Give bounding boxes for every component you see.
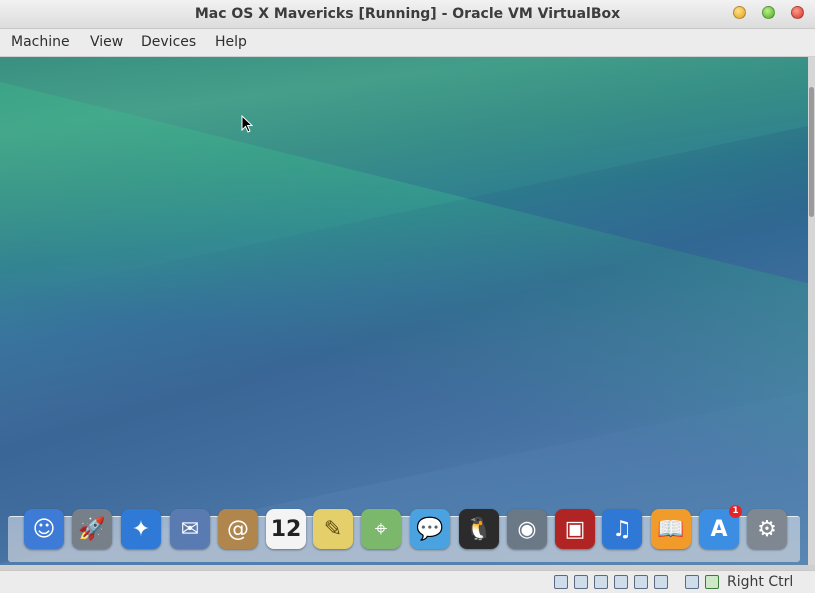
status-bar: Right Ctrl <box>0 570 815 593</box>
shared-folders-icon[interactable] <box>614 575 628 589</box>
video-capture-icon[interactable] <box>654 575 668 589</box>
vm-display[interactable]: ☺ 🚀 ✦ ✉ @ 12 ✎ ⌖ 💬 🐧 ◉ ▣ ♫ 📖 A 1 ⚙ <box>0 57 808 565</box>
photo-booth-icon[interactable]: ▣ <box>555 509 595 549</box>
display-icon[interactable] <box>634 575 648 589</box>
app-store-badge: 1 <box>729 505 742 518</box>
contacts-icon[interactable]: @ <box>218 509 258 549</box>
notes-icon[interactable]: ✎ <box>313 509 353 549</box>
menu-help[interactable]: Help <box>215 34 247 50</box>
minimize-button[interactable] <box>733 6 746 19</box>
maps-icon[interactable]: ⌖ <box>361 509 401 549</box>
menu-bar: Machine View Devices Help <box>0 29 815 57</box>
finder-icon[interactable]: ☺ <box>24 509 64 549</box>
menu-devices[interactable]: Devices <box>141 34 196 50</box>
title-bar: Mac OS X Mavericks [Running] - Oracle VM… <box>0 0 815 29</box>
app-store-icon[interactable]: A 1 <box>699 505 742 549</box>
menu-machine[interactable]: Machine <box>11 34 70 50</box>
safari-icon[interactable]: ✦ <box>121 509 161 549</box>
launchpad-icon[interactable]: 🚀 <box>72 509 112 549</box>
hard-disk-icon[interactable] <box>554 575 568 589</box>
maximize-button[interactable] <box>762 6 775 19</box>
facetime-icon[interactable]: ◉ <box>507 509 547 549</box>
system-preferences-icon[interactable]: ⚙ <box>747 509 787 549</box>
optical-drive-icon[interactable] <box>574 575 588 589</box>
window-title: Mac OS X Mavericks [Running] - Oracle VM… <box>194 6 621 22</box>
host-key-label: Right Ctrl <box>727 574 794 590</box>
messages-icon[interactable]: 💬 <box>410 509 450 549</box>
itunes-icon[interactable]: ♫ <box>602 509 642 549</box>
dock: ☺ 🚀 ✦ ✉ @ 12 ✎ ⌖ 💬 🐧 ◉ ▣ ♫ 📖 A 1 ⚙ <box>8 505 800 562</box>
mouse-cursor-icon <box>241 115 253 133</box>
close-button[interactable] <box>791 6 804 19</box>
qq-icon[interactable]: 🐧 <box>459 509 499 549</box>
network-icon[interactable] <box>685 575 699 589</box>
vertical-scrollbar[interactable] <box>808 57 815 565</box>
calendar-icon[interactable]: 12 <box>266 509 306 549</box>
keyboard-capture-icon[interactable] <box>705 575 719 589</box>
ibooks-icon[interactable]: 📖 <box>651 509 691 549</box>
menu-view[interactable]: View <box>90 34 123 50</box>
usb-icon[interactable] <box>594 575 608 589</box>
mail-icon[interactable]: ✉ <box>170 509 210 549</box>
scrollbar-thumb[interactable] <box>809 87 814 217</box>
